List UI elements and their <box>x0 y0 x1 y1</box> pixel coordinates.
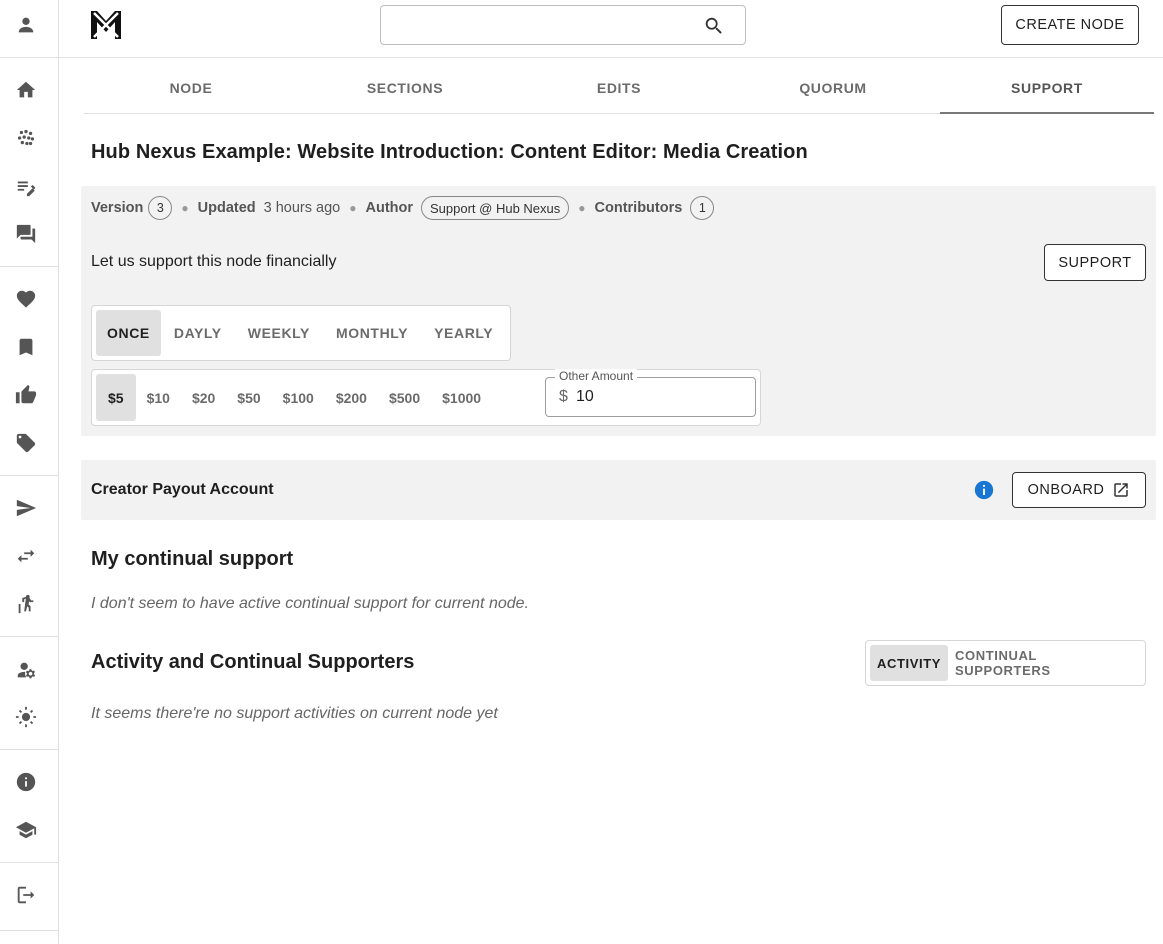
updated-value: 3 hours ago <box>263 200 341 216</box>
edit-notes-icon[interactable] <box>14 175 38 199</box>
onboard-button[interactable]: ONBOARD <box>1012 472 1146 508</box>
contributors-badge: 1 <box>690 196 715 220</box>
search-icon[interactable] <box>703 15 725 37</box>
frequency-toggle: ONCE DAYLY WEEKLY MONTHLY YEARLY <box>91 305 512 361</box>
sidebar-divider <box>0 930 58 931</box>
sidebar-divider <box>0 749 58 750</box>
create-node-button[interactable]: CREATE NODE <box>1001 5 1139 45</box>
heart-icon[interactable] <box>14 287 38 311</box>
info-icon[interactable] <box>973 479 995 501</box>
other-amount-field[interactable]: Other Amount $ <box>545 369 756 417</box>
amount-100[interactable]: $100 <box>272 374 325 421</box>
contributors-label: Contributors <box>594 200 683 216</box>
open-in-new-icon <box>1114 483 1129 497</box>
payout-title: Creator Payout Account <box>91 481 274 498</box>
author-chip[interactable]: Support @ Hub Nexus <box>421 196 570 220</box>
amount-5[interactable]: $5 <box>96 374 136 421</box>
tab-support[interactable]: SUPPORT <box>940 62 1154 114</box>
sidebar <box>0 0 59 944</box>
tab-node[interactable]: NODE <box>84 62 298 113</box>
forum-icon[interactable] <box>14 222 38 246</box>
page-title: Hub Nexus Example: Website Introduction:… <box>91 141 808 163</box>
amount-20[interactable]: $20 <box>181 374 226 421</box>
version-badge: 3 <box>148 196 173 220</box>
activity-empty: It seems there're no support activities … <box>91 705 498 722</box>
separator-dot: ● <box>349 201 357 215</box>
account-icon[interactable] <box>14 13 38 37</box>
tag-icon[interactable] <box>14 431 38 455</box>
manage-account-icon[interactable] <box>14 658 38 682</box>
toggle-continual-supporters[interactable]: CONTINUAL SUPPORTERS <box>948 645 1141 681</box>
sidebar-divider <box>0 57 58 58</box>
frequency-yearly[interactable]: YEARLY <box>421 310 506 356</box>
other-amount-label: Other Amount <box>555 369 638 383</box>
thumb-up-icon[interactable] <box>14 383 38 407</box>
amount-50[interactable]: $50 <box>226 374 271 421</box>
separator-dot: ● <box>181 201 189 215</box>
send-icon[interactable] <box>14 496 38 520</box>
info-icon[interactable] <box>14 770 38 794</box>
other-amount-input[interactable] <box>576 386 746 408</box>
header: CREATE NODE <box>59 0 1163 58</box>
sidebar-divider <box>0 475 58 476</box>
node-meta: Version 3 ● Updated 3 hours ago ● Author… <box>91 196 715 220</box>
bookmark-icon[interactable] <box>14 335 38 359</box>
separator-dot: ● <box>578 201 586 215</box>
sidebar-divider <box>0 266 58 267</box>
scatter-icon[interactable] <box>14 126 38 150</box>
sidebar-divider <box>0 862 58 863</box>
activity-title: Activity and Continual Supporters <box>91 651 415 673</box>
sidebar-divider <box>0 636 58 637</box>
author-label: Author <box>365 200 413 216</box>
climb-icon[interactable] <box>14 592 38 616</box>
frequency-weekly[interactable]: WEEKLY <box>235 310 323 356</box>
continual-support-title: My continual support <box>91 548 294 570</box>
logo[interactable] <box>89 8 123 42</box>
onboard-label: ONBOARD <box>1027 482 1105 498</box>
home-icon[interactable] <box>14 78 38 102</box>
amount-1000[interactable]: $1000 <box>431 374 492 421</box>
brightness-icon[interactable] <box>14 705 38 729</box>
search-input[interactable] <box>391 14 691 36</box>
toggle-activity[interactable]: ACTIVITY <box>870 645 949 681</box>
node-tabs: NODE SECTIONS EDITS QUORUM SUPPORT <box>84 62 1154 114</box>
continual-support-empty: I don't seem to have active continual su… <box>91 595 529 612</box>
logout-icon[interactable] <box>14 883 38 907</box>
amount-selector: $5 $10 $20 $50 $100 $200 $500 $1000 Othe… <box>91 369 761 426</box>
support-button[interactable]: SUPPORT <box>1044 244 1146 281</box>
frequency-monthly[interactable]: MONTHLY <box>323 310 421 356</box>
support-prompt: Let us support this node financially <box>91 253 337 270</box>
tab-sections[interactable]: SECTIONS <box>298 62 512 113</box>
activity-toggle: ACTIVITY CONTINUAL SUPPORTERS <box>865 640 1146 686</box>
tab-quorum[interactable]: QUORUM <box>726 62 940 113</box>
search-box[interactable] <box>380 5 746 45</box>
amount-500[interactable]: $500 <box>378 374 431 421</box>
payout-panel: Creator Payout Account ONBOARD <box>81 460 1156 520</box>
swap-icon[interactable] <box>14 544 38 568</box>
support-panel: Version 3 ● Updated 3 hours ago ● Author… <box>81 186 1156 436</box>
version-label: Version <box>91 200 144 216</box>
tab-edits[interactable]: EDITS <box>512 62 726 113</box>
updated-label: Updated <box>197 200 256 216</box>
school-icon[interactable] <box>14 818 38 842</box>
currency-symbol: $ <box>559 388 568 405</box>
frequency-daily[interactable]: DAYLY <box>161 310 235 356</box>
amount-200[interactable]: $200 <box>325 374 378 421</box>
frequency-once[interactable]: ONCE <box>96 310 161 356</box>
amount-10[interactable]: $10 <box>136 374 181 421</box>
